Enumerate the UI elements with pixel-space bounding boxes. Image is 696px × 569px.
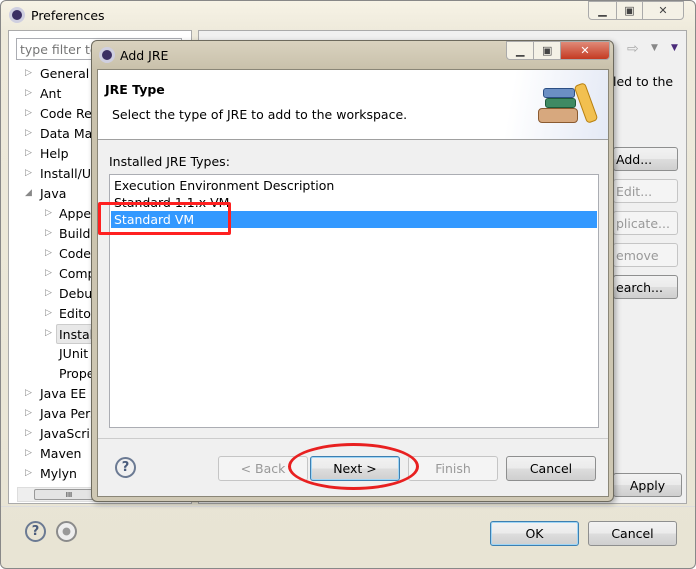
- maximize-button[interactable]: ▣: [534, 42, 561, 59]
- collapsed-arrow-icon[interactable]: ▷: [25, 448, 32, 458]
- minimize-button[interactable]: ▁: [589, 2, 617, 19]
- maximize-button[interactable]: ▣: [617, 2, 643, 19]
- annotation-ellipse: [288, 443, 419, 490]
- side-button[interactable]: plicate...: [613, 211, 678, 235]
- description-text: led to the: [613, 74, 674, 89]
- add-jre-dialog: Add JRE ▁ ▣ ✕ JRE Type Select the type o…: [91, 40, 614, 502]
- collapsed-arrow-icon[interactable]: ▷: [25, 428, 32, 438]
- forward-arrow-icon[interactable]: ⇨: [627, 41, 639, 57]
- help-icon[interactable]: ?: [25, 521, 46, 542]
- collapsed-arrow-icon[interactable]: ▷: [25, 468, 32, 478]
- dialog-title: Add JRE: [120, 48, 169, 63]
- collapsed-arrow-icon[interactable]: ▷: [25, 68, 32, 78]
- side-button[interactable]: Add...: [613, 147, 678, 171]
- tree-item[interactable]: JUnit: [59, 344, 88, 364]
- books-icon: [535, 81, 605, 131]
- tree-item[interactable]: Maven: [40, 444, 81, 464]
- collapsed-arrow-icon[interactable]: ▷: [25, 108, 32, 118]
- collapsed-arrow-icon[interactable]: ▷: [45, 248, 52, 258]
- tree-item[interactable]: Java EE: [40, 384, 86, 404]
- collapsed-arrow-icon[interactable]: ▷: [25, 88, 32, 98]
- tree-item[interactable]: Help: [40, 144, 69, 164]
- tree-item[interactable]: Installed JREs: [56, 324, 143, 344]
- side-button[interactable]: Edit...: [613, 179, 678, 203]
- dialog-body: JRE Type Select the type of JRE to add t…: [97, 69, 609, 497]
- dropdown-icon[interactable]: ▼: [651, 43, 658, 53]
- list-label: Installed JRE Types:: [109, 154, 230, 169]
- oomph-record-icon[interactable]: [56, 521, 77, 542]
- window-title: Preferences: [31, 8, 105, 23]
- ok-button[interactable]: OK: [490, 521, 579, 546]
- annotation-rectangle: [98, 202, 231, 235]
- collapsed-arrow-icon[interactable]: ▷: [45, 288, 52, 298]
- list-item[interactable]: Execution Environment Description: [114, 177, 334, 194]
- eclipse-icon: [99, 47, 115, 63]
- dialog-window-controls: ▁ ▣ ✕: [506, 41, 610, 60]
- finish-button[interactable]: Finish: [408, 456, 498, 481]
- collapsed-arrow-icon[interactable]: ▷: [25, 408, 32, 418]
- divider: [98, 438, 608, 439]
- collapsed-arrow-icon[interactable]: ▷: [45, 228, 52, 238]
- collapsed-arrow-icon[interactable]: ▷: [45, 208, 52, 218]
- tree-item[interactable]: Java: [40, 184, 66, 204]
- collapsed-arrow-icon[interactable]: ▷: [45, 308, 52, 318]
- tree-item[interactable]: General: [40, 64, 89, 84]
- apply-button[interactable]: Apply: [613, 473, 682, 497]
- dialog-cancel-button[interactable]: Cancel: [506, 456, 596, 481]
- view-menu-icon[interactable]: ▼: [671, 43, 678, 53]
- cancel-button[interactable]: Cancel: [588, 521, 677, 546]
- help-icon[interactable]: ?: [115, 457, 136, 478]
- side-button[interactable]: emove: [613, 243, 678, 267]
- header-title: JRE Type: [105, 82, 165, 97]
- close-button[interactable]: ✕: [560, 42, 609, 59]
- expanded-arrow-icon[interactable]: ◢: [25, 188, 32, 198]
- window-controls: ▁ ▣ ✕: [588, 1, 684, 20]
- collapsed-arrow-icon[interactable]: ▷: [25, 388, 32, 398]
- header-description: Select the type of JRE to add to the wor…: [112, 107, 408, 122]
- close-button[interactable]: ✕: [643, 2, 683, 19]
- collapsed-arrow-icon[interactable]: ▷: [45, 328, 52, 338]
- collapsed-arrow-icon[interactable]: ▷: [45, 268, 52, 278]
- tree-item[interactable]: Mylyn: [40, 464, 77, 484]
- background-tab: [159, 9, 249, 29]
- wizard-header: JRE Type Select the type of JRE to add t…: [98, 70, 608, 140]
- side-button[interactable]: earch...: [613, 275, 678, 299]
- divider: [1, 506, 695, 507]
- minimize-button[interactable]: ▁: [507, 42, 535, 59]
- collapsed-arrow-icon[interactable]: ▷: [25, 148, 32, 158]
- tree-item[interactable]: Ant: [40, 84, 61, 104]
- collapsed-arrow-icon[interactable]: ▷: [25, 168, 32, 178]
- eclipse-icon: [9, 7, 25, 23]
- collapsed-arrow-icon[interactable]: ▷: [25, 128, 32, 138]
